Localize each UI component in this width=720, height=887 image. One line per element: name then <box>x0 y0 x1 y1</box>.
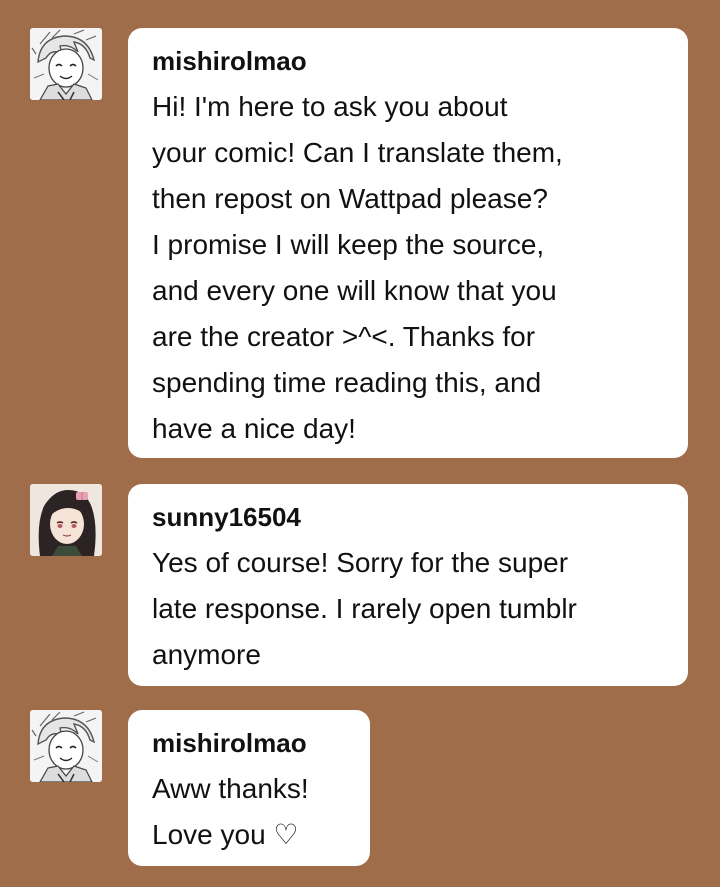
username[interactable]: mishirolmao <box>152 728 350 758</box>
avatar[interactable] <box>30 28 102 100</box>
anime-boy-sketch-avatar-icon <box>30 710 102 782</box>
avatar[interactable] <box>30 484 102 556</box>
message-text: Aww thanks! Love you ♡ <box>152 773 309 850</box>
message-bubble: mishirolmao Aww thanks! Love you ♡ <box>128 710 370 866</box>
username[interactable]: mishirolmao <box>152 46 668 76</box>
anime-girl-avatar-icon <box>30 484 102 556</box>
username[interactable]: sunny16504 <box>152 502 668 532</box>
anime-boy-sketch-avatar-icon <box>30 28 102 100</box>
message-bubble: mishirolmao Hi! I'm here to ask you abou… <box>128 28 688 458</box>
message-bubble: sunny16504 Yes of course! Sorry for the … <box>128 484 688 686</box>
message-text: Hi! I'm here to ask you about your comic… <box>152 91 563 444</box>
message-text: Yes of course! Sorry for the super late … <box>152 547 577 670</box>
avatar[interactable] <box>30 710 102 782</box>
